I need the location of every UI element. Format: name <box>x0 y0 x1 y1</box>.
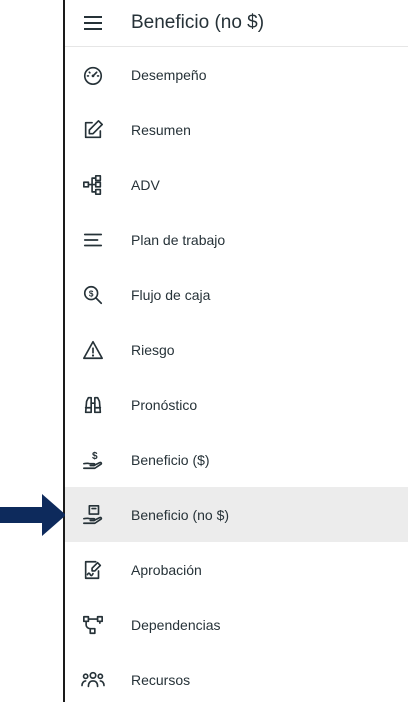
signature-icon <box>84 560 102 579</box>
nav-item-recursos[interactable]: Recursos <box>65 652 408 707</box>
warning-icon <box>83 340 103 359</box>
svg-text:$: $ <box>89 289 94 298</box>
left-gutter <box>0 0 65 702</box>
nav-item-dependencias[interactable]: Dependencias <box>65 597 408 652</box>
nav-item-label: Flujo de caja <box>131 286 211 303</box>
menu-button[interactable] <box>65 0 121 46</box>
nav-item-aprobacion[interactable]: Aprobación <box>65 542 408 597</box>
nav-item-label: Aprobación <box>131 561 202 578</box>
nav-item-label: Plan de trabajo <box>131 231 226 248</box>
nav-item-label: Pronóstico <box>131 396 198 413</box>
page-title: Beneficio (no $) <box>131 12 265 33</box>
nav-item-label: Resumen <box>131 121 191 138</box>
nav-item-desempeno[interactable]: Desempeño <box>65 47 408 102</box>
nav-item-label: Beneficio (no $) <box>131 506 230 523</box>
nav-item-label: Dependencias <box>131 616 221 633</box>
speedometer-icon <box>83 66 103 85</box>
hamburger-menu-icon <box>84 16 102 30</box>
hand-dollar-icon: $ <box>83 451 103 469</box>
nav-item-label: Riesgo <box>131 341 175 358</box>
nav-item-beneficio-no-dinero[interactable]: Beneficio (no $) <box>65 487 408 542</box>
nav-item-label: Desempeño <box>131 66 207 83</box>
nav-item-label: ADV <box>131 176 160 193</box>
pointer-arrow-icon <box>0 494 66 536</box>
nav-item-riesgo[interactable]: Riesgo <box>65 322 408 377</box>
nav-item-label: Recursos <box>131 671 191 688</box>
hand-box-icon <box>83 504 103 524</box>
nav-item-pronostico[interactable]: Pronóstico <box>65 377 408 432</box>
nav-item-flujo-de-caja[interactable]: $ Flujo de caja <box>65 267 408 322</box>
dollar-search-icon: $ <box>83 285 103 304</box>
people-icon <box>81 671 105 687</box>
nav-header: Beneficio (no $) <box>65 0 408 47</box>
nav-item-label: Beneficio ($) <box>131 451 210 468</box>
flow-icon <box>83 615 103 634</box>
binoculars-icon <box>84 396 102 413</box>
nav-list: Desempeño Resumen ADV Plan de trabajo $ … <box>65 47 408 707</box>
lines-icon <box>83 233 103 246</box>
edit-icon <box>84 119 103 138</box>
side-nav-panel: Beneficio (no $) Desempeño Resumen ADV P… <box>65 0 408 702</box>
nav-item-plan-de-trabajo[interactable]: Plan de trabajo <box>65 212 408 267</box>
nav-item-adv[interactable]: ADV <box>65 157 408 212</box>
nav-item-resumen[interactable]: Resumen <box>65 102 408 157</box>
nav-item-beneficio-dinero[interactable]: $ Beneficio ($) <box>65 432 408 487</box>
svg-text:$: $ <box>92 451 98 462</box>
hierarchy-icon <box>83 174 102 195</box>
